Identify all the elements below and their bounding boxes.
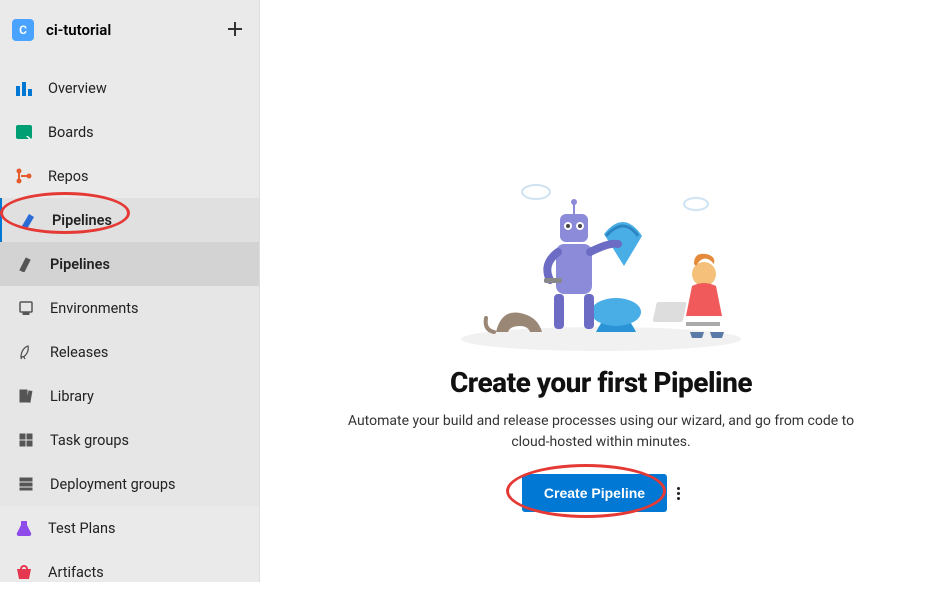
sidebar-item-label: Artifacts	[48, 564, 104, 581]
sidebar-item-label: Boards	[48, 124, 94, 141]
hero-illustration	[446, 174, 756, 354]
sidebar-item-label: Pipelines	[50, 256, 110, 273]
test-plans-icon	[14, 518, 34, 538]
repos-icon	[14, 166, 34, 186]
plus-icon	[227, 18, 243, 42]
sidebar-subitem-releases[interactable]: Releases	[0, 330, 259, 374]
sidebar-item-pipelines[interactable]: Pipelines	[0, 198, 259, 242]
kebab-dot-icon	[677, 497, 680, 500]
artifacts-icon	[14, 562, 34, 582]
sidebar-item-label: Repos	[48, 168, 89, 185]
sidebar-item-test-plans[interactable]: Test Plans	[0, 506, 259, 550]
kebab-dot-icon	[677, 492, 680, 495]
library-icon	[16, 386, 36, 406]
overview-icon	[14, 78, 34, 98]
sidebar-item-label: Deployment groups	[50, 476, 175, 493]
sidebar-subitem-environments[interactable]: Environments	[0, 286, 259, 330]
cta-row: Create Pipeline	[522, 474, 680, 512]
sidebar-subitem-deployment-groups[interactable]: Deployment groups	[0, 462, 259, 506]
sidebar-item-artifacts[interactable]: Artifacts	[0, 550, 259, 594]
sidebar-item-label: Releases	[50, 344, 108, 361]
sidebar-item-label: Overview	[48, 80, 107, 97]
sidebar-item-boards[interactable]: Boards	[0, 110, 259, 154]
page-description: Automate your build and release processe…	[341, 411, 861, 452]
more-options-button[interactable]	[677, 487, 680, 500]
sidebar-subitem-library[interactable]: Library	[0, 374, 259, 418]
boards-icon	[14, 122, 34, 142]
deployment-groups-icon	[16, 474, 36, 494]
add-button[interactable]	[223, 14, 247, 46]
environments-icon	[16, 298, 36, 318]
sidebar-item-label: Test Plans	[48, 520, 116, 537]
sidebar-group-pipelines: Pipelines Pipelines Environments Release…	[0, 198, 259, 506]
create-pipeline-button[interactable]: Create Pipeline	[522, 474, 667, 512]
project-header: C ci-tutorial	[0, 0, 259, 60]
project-badge: C	[12, 19, 34, 41]
sidebar-item-label: Library	[50, 388, 94, 405]
sidebar-item-label: Task groups	[50, 432, 129, 449]
sidebar-item-overview[interactable]: Overview	[0, 66, 259, 110]
project-title[interactable]: ci-tutorial	[46, 21, 223, 39]
sidebar-subitem-taskgroups[interactable]: Task groups	[0, 418, 259, 462]
sidebar-item-label: Pipelines	[52, 212, 112, 229]
sidebar-subitem-pipelines[interactable]: Pipelines	[0, 242, 259, 286]
main-content: Create your first Pipeline Automate your…	[260, 0, 942, 582]
sidebar-item-repos[interactable]: Repos	[0, 154, 259, 198]
kebab-dot-icon	[677, 487, 680, 490]
pipelines-icon	[18, 210, 38, 230]
sidebar: C ci-tutorial Overview Boards Repos	[0, 0, 260, 582]
releases-icon	[16, 342, 36, 362]
sidebar-item-label: Environments	[50, 300, 139, 317]
pipelines-sub-icon	[16, 254, 36, 274]
page-title: Create your first Pipeline	[450, 366, 752, 399]
task-groups-icon	[16, 430, 36, 450]
